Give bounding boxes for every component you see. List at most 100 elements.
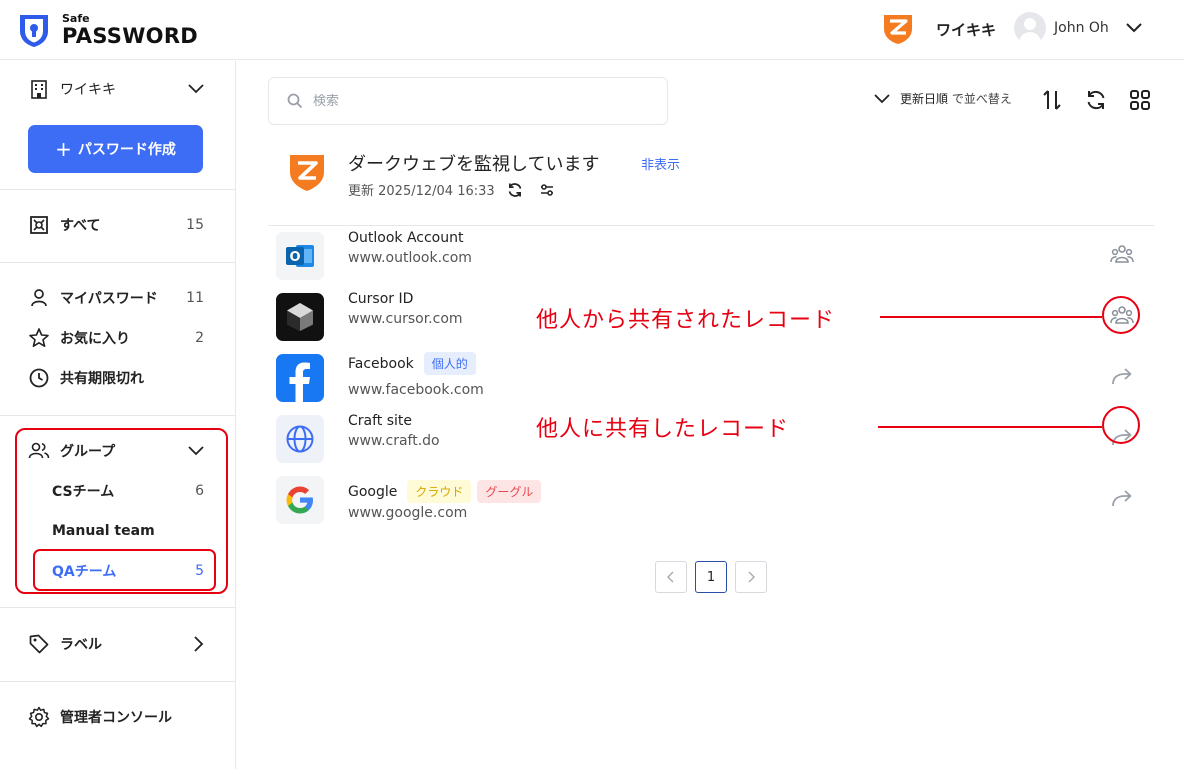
annotation-circle — [1102, 296, 1140, 334]
search-box[interactable] — [268, 77, 668, 125]
chevron-left-icon — [667, 571, 674, 583]
create-password-label: パスワード作成 — [77, 142, 176, 158]
globe-icon — [276, 415, 324, 463]
record-url: www.facebook.com — [348, 382, 484, 398]
dark-web-updated-text: 更新 2025/12/04 16:33 — [348, 184, 495, 199]
vault-box-icon — [28, 214, 50, 236]
dark-web-hide-link[interactable]: 非表示 — [641, 154, 680, 173]
annotation-highlight-qa-team — [33, 549, 216, 591]
record-name: Craft site — [348, 413, 413, 429]
annotation-line — [880, 316, 1102, 318]
grid-view-button[interactable] — [1128, 88, 1152, 112]
dark-web-monitor-icon — [290, 155, 324, 191]
sort-arrows-icon — [1043, 90, 1061, 110]
sidebar-item-all[interactable]: すべて 15 — [28, 211, 204, 239]
dark-web-title: ダークウェブを監視しています — [348, 154, 600, 175]
record-url: www.cursor.com — [348, 311, 463, 327]
record-tag[interactable]: グーグル — [477, 480, 542, 503]
item-count: 15 — [186, 217, 204, 233]
workspace-selector[interactable]: ワイキキ — [28, 75, 204, 103]
app-logo[interactable]: Safe PASSWORD — [16, 10, 198, 50]
user-name: John Oh — [1054, 20, 1109, 36]
chevron-right-icon — [194, 636, 204, 652]
sort-field: 更新日順 — [900, 92, 949, 106]
top-header: Safe PASSWORD ワイキキ John Oh — [0, 0, 1184, 60]
annotation-shared-with-me: 他人から共有されたレコード — [536, 308, 836, 333]
record-name: Outlook Account — [348, 230, 464, 246]
sort-dropdown[interactable]: 更新日順 で並べ替え — [874, 90, 1012, 107]
tag-icon — [28, 633, 50, 655]
annotation-shared-by-me: 他人に共有したレコード — [536, 417, 790, 442]
sidebar-item-label: 共有期限切れ — [60, 371, 144, 387]
gear-icon — [28, 706, 50, 728]
shared-by-me-icon[interactable] — [1108, 484, 1136, 512]
record-name: Facebook — [348, 355, 414, 372]
dark-web-updated: 更新 2025/12/04 16:33 — [348, 180, 555, 199]
prev-page-button[interactable] — [655, 561, 687, 593]
sidebar-item-label: お気に入り — [60, 331, 130, 347]
sidebar-item-label: すべて — [60, 218, 101, 234]
divider — [0, 415, 235, 416]
divider — [0, 189, 235, 190]
refresh-button[interactable] — [1084, 88, 1108, 112]
divider — [0, 607, 235, 608]
star-icon — [28, 327, 50, 349]
sidebar-item-my-passwords[interactable]: マイパスワード 11 — [28, 284, 204, 312]
shared-with-me-icon[interactable] — [1108, 240, 1136, 268]
item-count: 2 — [195, 330, 204, 346]
sidebar-item-label: ラベル — [60, 637, 102, 653]
brand-small-text: Safe — [62, 12, 90, 25]
svg-text:O: O — [289, 250, 300, 265]
item-count: 11 — [186, 290, 204, 306]
refresh-icon — [1087, 90, 1105, 110]
sidebar-item-favorites[interactable]: お気に入り 2 — [28, 324, 204, 352]
create-password-button[interactable]: + パスワード作成 — [28, 125, 203, 173]
person-icon — [28, 287, 50, 309]
org-name: ワイキキ — [936, 20, 997, 39]
chevron-down-icon — [188, 84, 204, 94]
record-url: www.google.com — [348, 505, 468, 521]
shared-by-me-icon[interactable] — [1108, 362, 1136, 390]
refresh-button[interactable] — [507, 182, 523, 198]
annotation-circle — [1102, 406, 1140, 444]
page-number-button[interactable]: 1 — [695, 561, 727, 593]
org-switcher[interactable]: ワイキキ — [882, 12, 996, 46]
next-page-button[interactable] — [735, 561, 767, 593]
sidebar-item-admin-console[interactable]: 管理者コンソール — [28, 703, 204, 731]
sidebar-labels-toggle[interactable]: ラベル — [28, 630, 204, 658]
record-url: www.outlook.com — [348, 250, 472, 266]
sort-direction-button[interactable] — [1040, 88, 1064, 112]
sidebar-item-label: マイパスワード — [60, 291, 158, 307]
user-menu[interactable]: John Oh — [1014, 12, 1143, 44]
record-tag[interactable]: クラウド — [407, 480, 472, 503]
divider — [0, 262, 235, 263]
building-icon — [28, 78, 50, 100]
google-icon — [276, 476, 324, 524]
record-name: Google — [348, 483, 398, 500]
plus-icon: + — [55, 137, 72, 161]
brand-name: PASSWORD — [62, 24, 199, 48]
record-row[interactable]: O Outlook Account www.outlook.com — [268, 228, 1154, 286]
sidebar-item-label: 管理者コンソール — [60, 710, 172, 726]
sort-suffix: で並べ替え — [951, 92, 1012, 106]
clock-icon — [28, 367, 50, 389]
record-row[interactable]: Google クラウド グーグル www.google.com — [268, 472, 1154, 530]
search-input[interactable] — [313, 93, 633, 109]
record-row[interactable]: Facebook 個人的 www.facebook.com — [268, 350, 1154, 408]
sidebar: ワイキキ + パスワード作成 すべて 15 マイパスワード 11 お気に入り 2… — [0, 61, 236, 769]
facebook-icon — [276, 354, 324, 402]
record-tag[interactable]: 個人的 — [423, 352, 476, 375]
divider — [0, 681, 235, 682]
search-icon — [287, 93, 303, 109]
settings-sliders-icon — [540, 183, 553, 196]
divider — [268, 225, 1154, 226]
settings-button[interactable] — [539, 182, 555, 198]
org-brand-icon — [884, 15, 912, 44]
annotation-line — [878, 426, 1102, 428]
record-name: Cursor ID — [348, 291, 414, 307]
record-url: www.craft.do — [348, 433, 440, 449]
refresh-icon — [508, 182, 521, 197]
sidebar-item-expired-shares[interactable]: 共有期限切れ — [28, 364, 204, 392]
chevron-right-icon — [748, 571, 755, 583]
chevron-down-icon — [1126, 23, 1142, 33]
